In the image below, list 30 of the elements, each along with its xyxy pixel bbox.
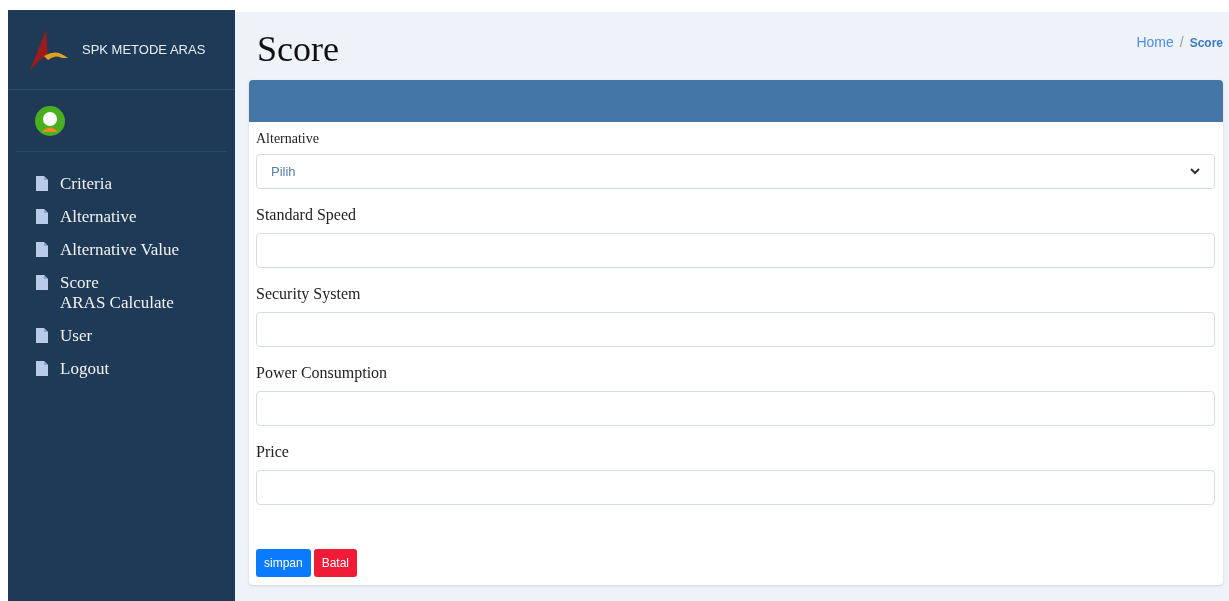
sidebar-item[interactable]: Alternative Value (36, 240, 207, 260)
breadcrumb-current: Score (1189, 34, 1223, 52)
field-label: Standard Speed (256, 205, 357, 226)
avatar-icon (34, 104, 66, 137)
sidebar-item[interactable]: Score ARAS Calculate (36, 273, 207, 313)
input-field[interactable] (256, 391, 1215, 426)
document-icon (36, 275, 48, 290)
document-icon (36, 242, 48, 257)
field-label: Alternative (256, 130, 320, 148)
page-title: Score (256, 28, 339, 71)
document-icon (36, 361, 48, 376)
document-icon (36, 176, 48, 191)
input-field[interactable] (256, 470, 1215, 505)
field-label: Power Consumption (256, 363, 389, 384)
field-label: Price (256, 442, 290, 462)
input-field[interactable] (256, 233, 1215, 268)
breadcrumb-separator: / (1179, 33, 1184, 52)
sidebar-item[interactable]: Alternative (36, 207, 207, 227)
brand-title: SPK METODE ARAS (82, 40, 206, 59)
chevron-down-icon (1190, 168, 1200, 175)
input-field[interactable] (256, 312, 1215, 347)
sidebar-item[interactable]: User (36, 326, 207, 346)
save-button[interactable]: simpan (256, 549, 311, 577)
sidebar-item[interactable]: Logout (36, 359, 207, 379)
document-icon (36, 328, 48, 343)
sidebar-item[interactable]: Criteria (36, 174, 207, 194)
field-label: Security System (256, 284, 362, 305)
select-field[interactable]: Pilih (256, 154, 1215, 189)
document-icon (36, 209, 48, 224)
cancel-button[interactable]: Batal (313, 549, 358, 577)
